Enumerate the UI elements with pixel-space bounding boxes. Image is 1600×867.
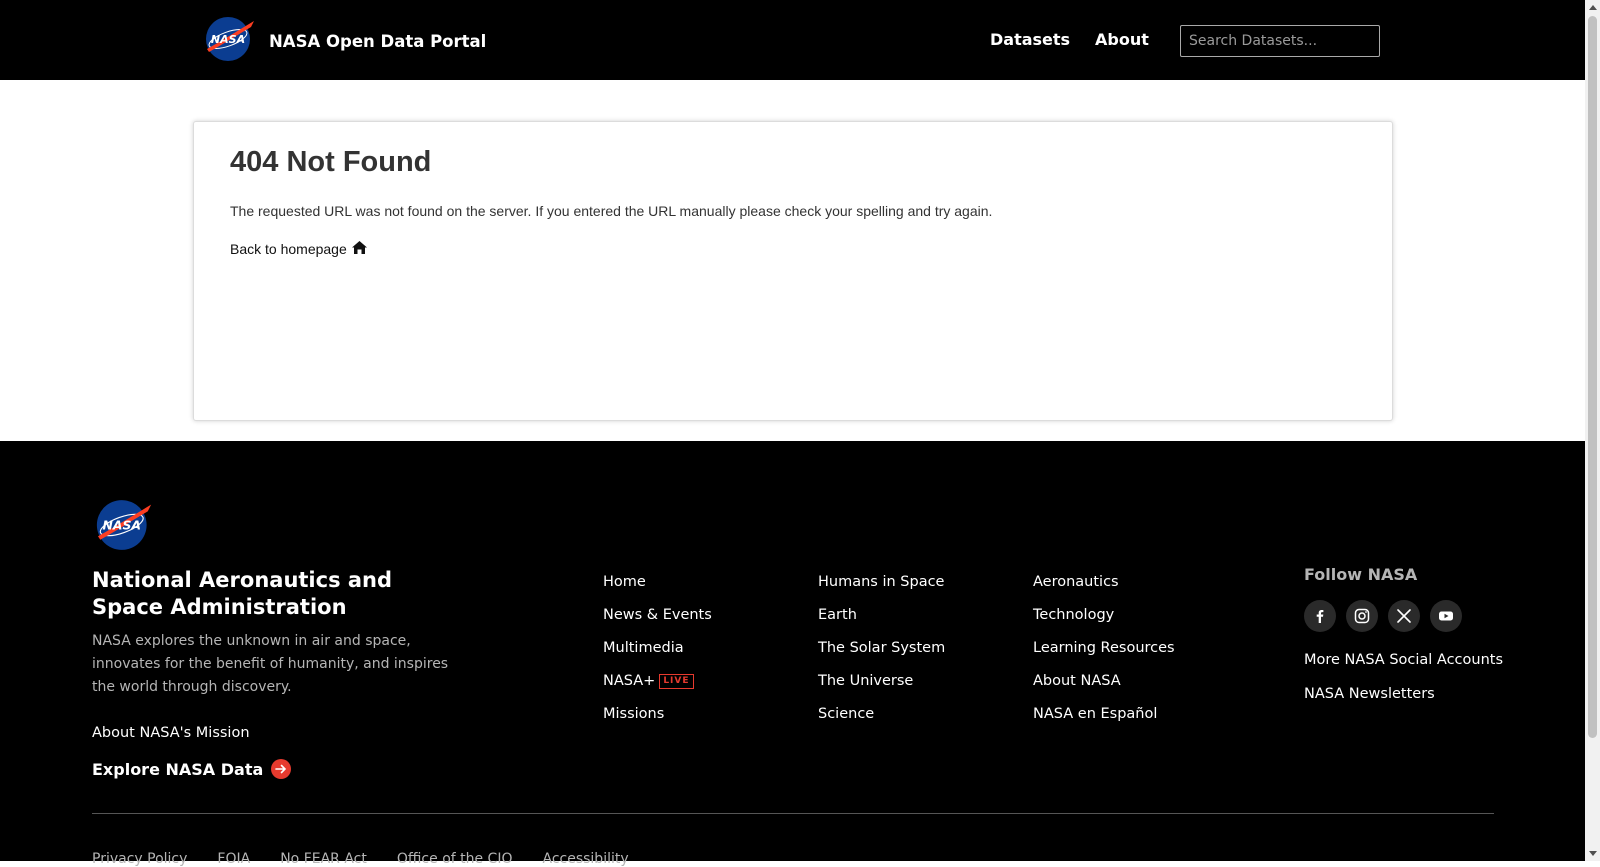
search-input[interactable]	[1180, 25, 1380, 57]
nasa-logo-icon: NASA	[205, 16, 255, 67]
back-link-label: Back to homepage	[230, 241, 347, 257]
footer-link-about-nasa[interactable]: About NASA	[1033, 672, 1175, 705]
footer-link-nasa-plus[interactable]: NASA+ LIVE	[603, 672, 712, 705]
legal-link-accessibility[interactable]: Accessibility	[542, 851, 628, 867]
scroll-up-icon[interactable]	[1585, 0, 1600, 14]
nasa-meatball-icon[interactable]: NASA	[95, 499, 153, 555]
footer-divider	[92, 813, 1494, 814]
svg-text:NASA: NASA	[102, 518, 141, 533]
footer-link-news[interactable]: News & Events	[603, 606, 712, 639]
footer-link-espanol[interactable]: NASA en Español	[1033, 705, 1175, 738]
live-badge: LIVE	[659, 674, 694, 689]
footer-col-3: Aeronautics Technology Learning Resource…	[1033, 573, 1175, 738]
arrow-right-icon	[271, 759, 292, 779]
org-description: NASA explores the unknown in air and spa…	[92, 633, 449, 695]
brand[interactable]: NASA NASA Open Data Portal	[205, 16, 486, 67]
nav-about[interactable]: About	[1095, 30, 1149, 49]
follow-title: Follow NASA	[1304, 565, 1418, 584]
back-to-homepage-link[interactable]: Back to homepage	[230, 240, 368, 258]
legal-link-privacy[interactable]: Privacy Policy	[92, 851, 187, 867]
error-message: The requested URL was not found on the s…	[230, 203, 993, 219]
more-social-link[interactable]: More NASA Social Accounts	[1304, 652, 1503, 668]
org-name: National Aeronautics and Space Administr…	[92, 568, 393, 619]
footer-link-multimedia[interactable]: Multimedia	[603, 639, 712, 672]
error-card: 404 Not Found The requested URL was not …	[193, 121, 1393, 421]
explore-data-label: Explore NASA Data	[92, 759, 264, 779]
nasa-plus-label: NASA+	[603, 673, 656, 689]
site-footer: NASA National Aeronautics and Space Admi…	[0, 441, 1585, 867]
footer-link-earth[interactable]: Earth	[818, 606, 945, 639]
scrollbar[interactable]	[1585, 0, 1600, 861]
error-heading: 404 Not Found	[230, 146, 432, 178]
footer-link-universe[interactable]: The Universe	[818, 672, 945, 705]
home-icon	[347, 240, 368, 258]
footer-link-humans[interactable]: Humans in Space	[818, 573, 945, 606]
instagram-icon[interactable]	[1346, 600, 1378, 632]
footer-link-technology[interactable]: Technology	[1033, 606, 1175, 639]
footer-col-1: Home News & Events Multimedia NASA+ LIVE …	[603, 573, 712, 738]
legal-link-cio[interactable]: Office of the CIO	[397, 851, 513, 867]
footer-link-learning[interactable]: Learning Resources	[1033, 639, 1175, 672]
scroll-thumb[interactable]	[1588, 16, 1597, 738]
footer-col-2: Humans in Space Earth The Solar System T…	[818, 573, 945, 738]
about-mission-link[interactable]: About NASA's Mission	[92, 725, 250, 741]
newsletters-link[interactable]: NASA Newsletters	[1304, 686, 1435, 702]
svg-text:NASA: NASA	[211, 33, 245, 46]
legal-links: Privacy Policy FOIA No FEAR Act Office o…	[92, 851, 659, 867]
top-navbar: NASA NASA Open Data Portal Datasets Abou…	[0, 0, 1585, 80]
nav-datasets[interactable]: Datasets	[990, 30, 1070, 49]
legal-link-no-fear[interactable]: No FEAR Act	[280, 851, 367, 867]
footer-link-aeronautics[interactable]: Aeronautics	[1033, 573, 1175, 606]
youtube-icon[interactable]	[1430, 600, 1462, 632]
footer-link-science[interactable]: Science	[818, 705, 945, 738]
footer-link-solar-system[interactable]: The Solar System	[818, 639, 945, 672]
scroll-down-icon[interactable]	[1585, 847, 1600, 861]
legal-link-foia[interactable]: FOIA	[217, 851, 250, 867]
x-icon[interactable]	[1388, 600, 1420, 632]
footer-link-missions[interactable]: Missions	[603, 705, 712, 738]
social-links	[1304, 600, 1472, 632]
footer-link-home[interactable]: Home	[603, 573, 712, 606]
explore-data-link[interactable]: Explore NASA Data	[92, 759, 292, 779]
facebook-icon[interactable]	[1304, 600, 1336, 632]
site-title: NASA Open Data Portal	[269, 32, 487, 51]
